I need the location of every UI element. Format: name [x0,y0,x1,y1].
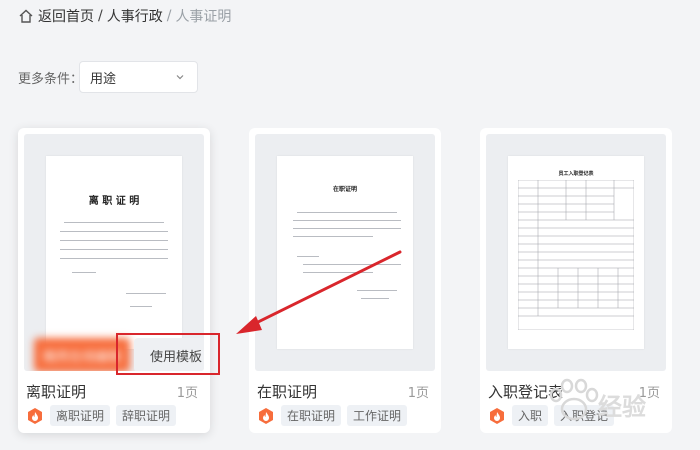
template-preview[interactable]: 在职证明 [255,134,435,371]
template-card[interactable]: 离 职 证 明 稿壳在线编辑 使用模板 离职证明 1页 离职证明 辞职证明 [18,128,210,433]
tag[interactable]: 离职证明 [50,405,111,426]
document-title: 在职证明 [332,186,357,193]
document-title: 离 职 证 明 [88,196,140,207]
page-count: 1页 [407,386,429,401]
usage-select[interactable]: 用途 [79,61,198,93]
tag-list: 在职证明 工作证明 [257,405,413,426]
template-card[interactable]: 在职证明 在职证明 1页 在职证明 工作证明 [249,128,441,433]
document-thumbnail: 离 职 证 明 [46,156,182,349]
filter-label: 更多条件： [18,72,84,87]
flame-badge-icon [490,407,504,424]
template-preview[interactable]: 员工入职登记表 [486,134,666,371]
breadcrumb: 返回首页 / 人事行政 / 人事证明 [18,6,231,26]
flame-badge-icon [28,407,42,424]
breadcrumb-home-link[interactable]: 返回首页 [38,6,94,26]
breadcrumb-current: 人事证明 [175,9,232,25]
card-title[interactable]: 离职证明 [26,381,86,402]
document-thumbnail: 员工入职登记表 [508,156,644,349]
usage-select-value: 用途 [90,71,117,87]
breadcrumb-separator: / [98,8,103,24]
home-icon[interactable] [18,8,34,24]
card-title[interactable]: 在职证明 [257,381,317,402]
tag-list: 离职证明 辞职证明 [26,405,182,426]
document-thumbnail: 在职证明 [277,156,413,349]
watermark-text: 经验 [598,393,646,421]
annotation-highlight-box [116,333,220,375]
watermark: 经验 [544,373,694,433]
tag[interactable]: 工作证明 [347,405,408,426]
page-count: 1页 [176,386,198,401]
paw-print-icon [549,378,599,421]
flame-badge-icon [259,407,273,424]
document-title: 员工入职登记表 [558,171,594,177]
breadcrumb-separator: / [166,8,172,24]
chevron-down-icon [176,75,184,80]
form-grid-graphic [518,180,634,330]
breadcrumb-level1-link[interactable]: 人事行政 [107,6,163,26]
tag[interactable]: 在职证明 [281,405,342,426]
tag[interactable]: 入职 [512,405,549,426]
tag[interactable]: 辞职证明 [116,405,177,426]
